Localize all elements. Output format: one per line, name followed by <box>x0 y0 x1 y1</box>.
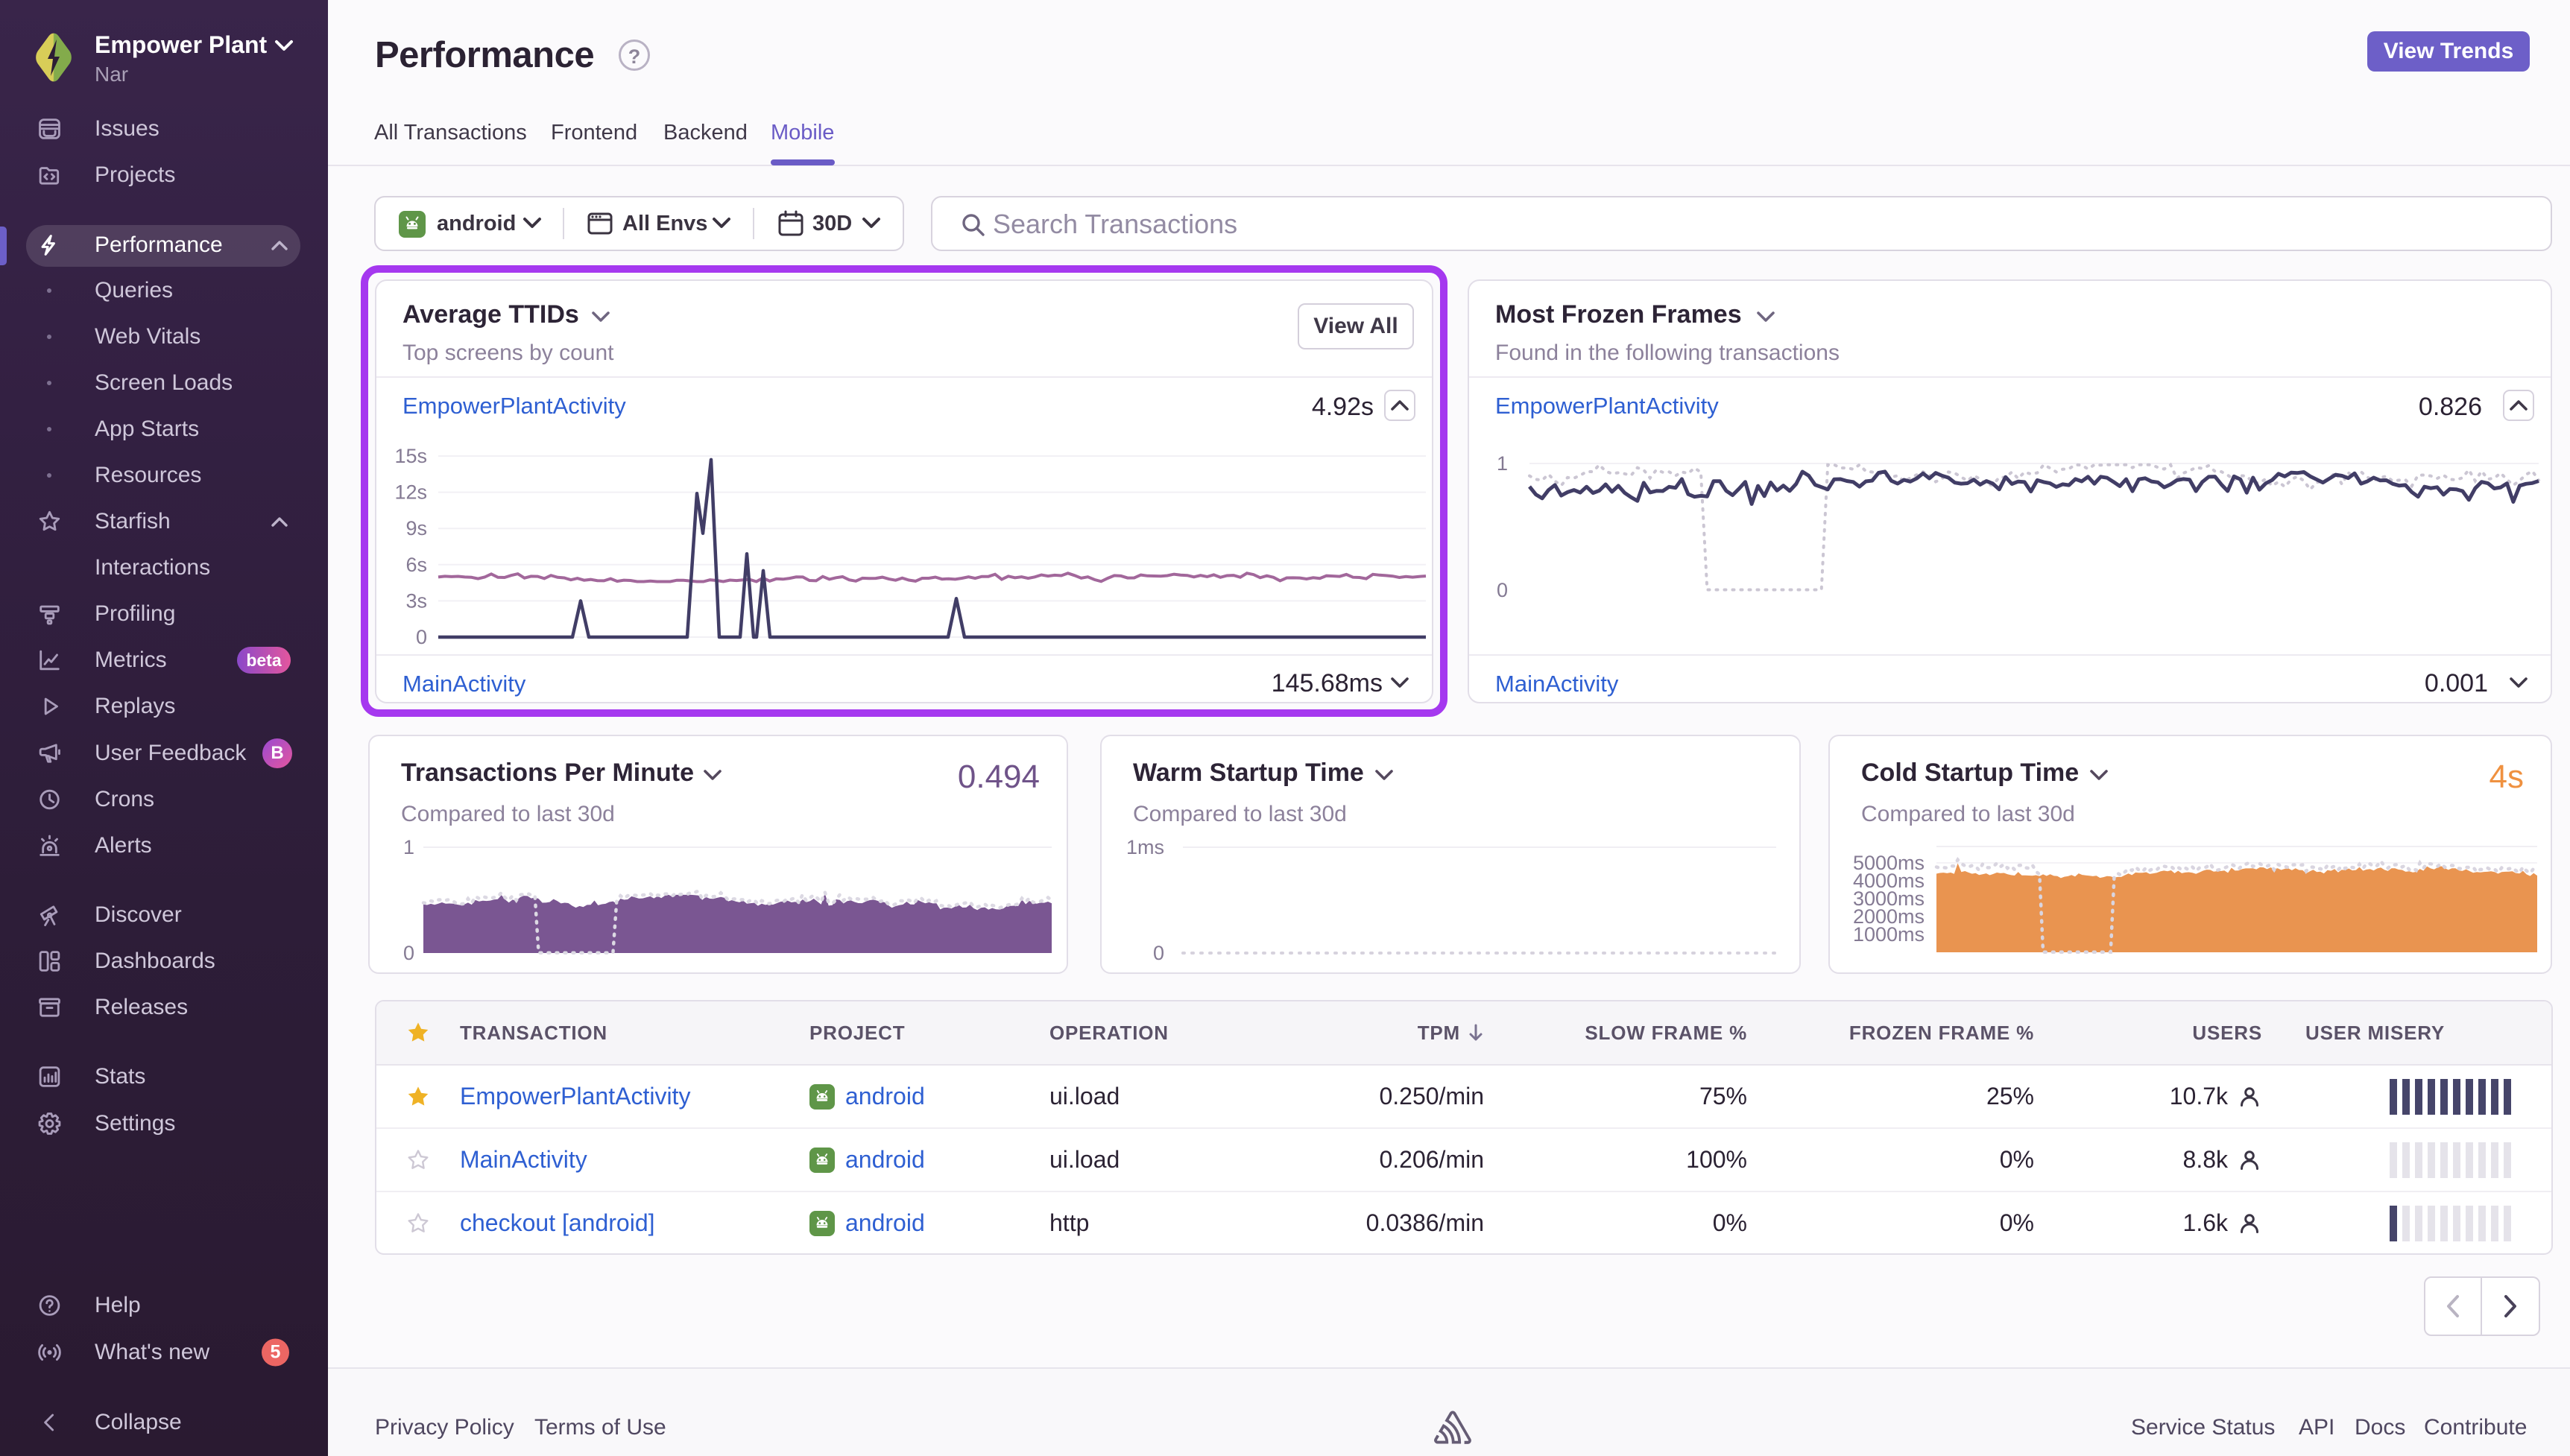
svg-text:0: 0 <box>1153 942 1164 964</box>
svg-text:1ms: 1ms <box>1126 836 1164 858</box>
svg-text:0: 0 <box>1497 579 1508 601</box>
svg-text:6s: 6s <box>405 554 427 576</box>
svg-text:1000ms: 1000ms <box>1853 923 1925 946</box>
svg-text:12s: 12s <box>394 481 427 504</box>
svg-text:1: 1 <box>1497 452 1508 475</box>
svg-text:9s: 9s <box>405 517 427 539</box>
svg-text:3s: 3s <box>405 589 427 612</box>
svg-text:0: 0 <box>416 626 427 648</box>
svg-text:0: 0 <box>403 942 414 964</box>
svg-text:15s: 15s <box>394 445 427 467</box>
svg-text:1: 1 <box>403 836 414 858</box>
